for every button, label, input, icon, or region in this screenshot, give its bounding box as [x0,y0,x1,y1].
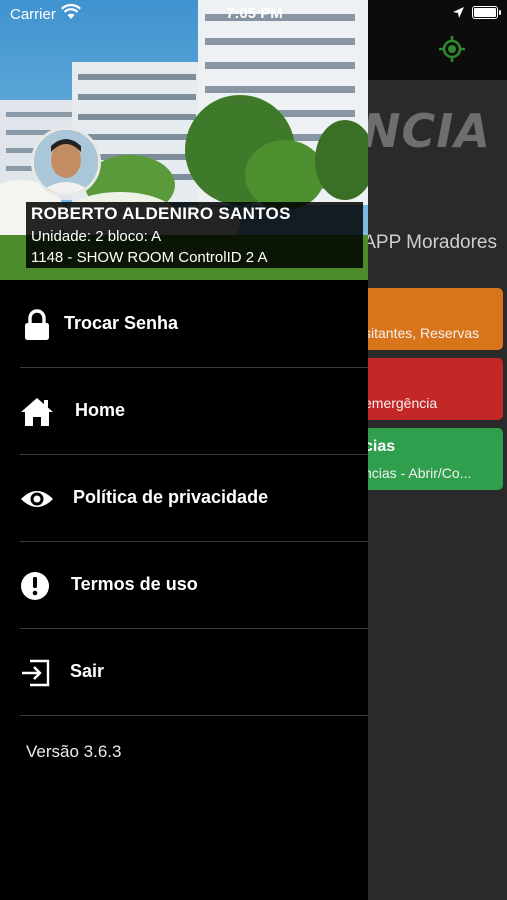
app-version: Versão 3.6.3 [26,742,122,761]
card-subtitle: ncias - Abrir/Co... [364,465,472,481]
background-card-visitors[interactable]: sitantes, Reservas [346,288,503,350]
sign-out-icon [22,659,50,687]
wifi-icon [61,4,81,19]
card-title: cias [364,438,396,455]
gps-target-icon[interactable] [439,36,465,62]
background-card-access[interactable]: cias ncias - Abrir/Co... [346,428,503,490]
background-card-emergency[interactable]: emergência [346,358,503,420]
card-subtitle: sitantes, Reservas [364,325,480,341]
location-arrow-icon [453,7,464,18]
menu-item-trocar-senha[interactable]: Trocar Senha [0,281,368,367]
menu-item-label: Trocar Senha [64,313,179,333]
menu-item-label: Termos de uso [71,574,198,594]
eye-icon [21,491,53,507]
clock: 7:05 PM [226,5,283,22]
menu-item-home[interactable]: Home [0,368,368,454]
drawer-header-image: ROBERTO ALDENIRO SANTOS Unidade: 2 bloco… [0,0,368,280]
menu-item-politica-privacidade[interactable]: Política de privacidade [0,455,368,541]
menu-item-label: Sair [70,661,105,681]
exclamation-circle-icon [21,572,49,600]
user-unit: Unidade: 2 bloco: A [31,228,162,245]
home-icon [21,398,53,426]
menu-item-sair[interactable]: Sair [0,629,368,715]
avatar[interactable] [31,127,101,197]
user-name: ROBERTO ALDENIRO SANTOS [31,204,291,223]
menu-divider [20,715,368,716]
background-app-logo: NCIA [362,104,491,158]
carrier-label: Carrier [10,6,56,23]
battery-icon [472,6,501,19]
user-photo [34,130,98,194]
side-drawer: ROBERTO ALDENIRO SANTOS Unidade: 2 bloco… [0,0,368,900]
lock-icon [25,309,49,340]
user-condominium: 1148 - SHOW ROOM ControlID 2 A [31,249,268,266]
background-app-subtitle: APP Moradores [363,232,497,253]
status-bar: Carrier 7:05 PM [0,0,507,28]
menu-item-termos-uso[interactable]: Termos de uso [0,542,368,628]
user-info-box: ROBERTO ALDENIRO SANTOS Unidade: 2 bloco… [26,202,363,268]
card-subtitle: emergência [364,395,438,411]
menu-item-label: Política de privacidade [73,487,269,507]
menu-item-label: Home [75,400,126,420]
